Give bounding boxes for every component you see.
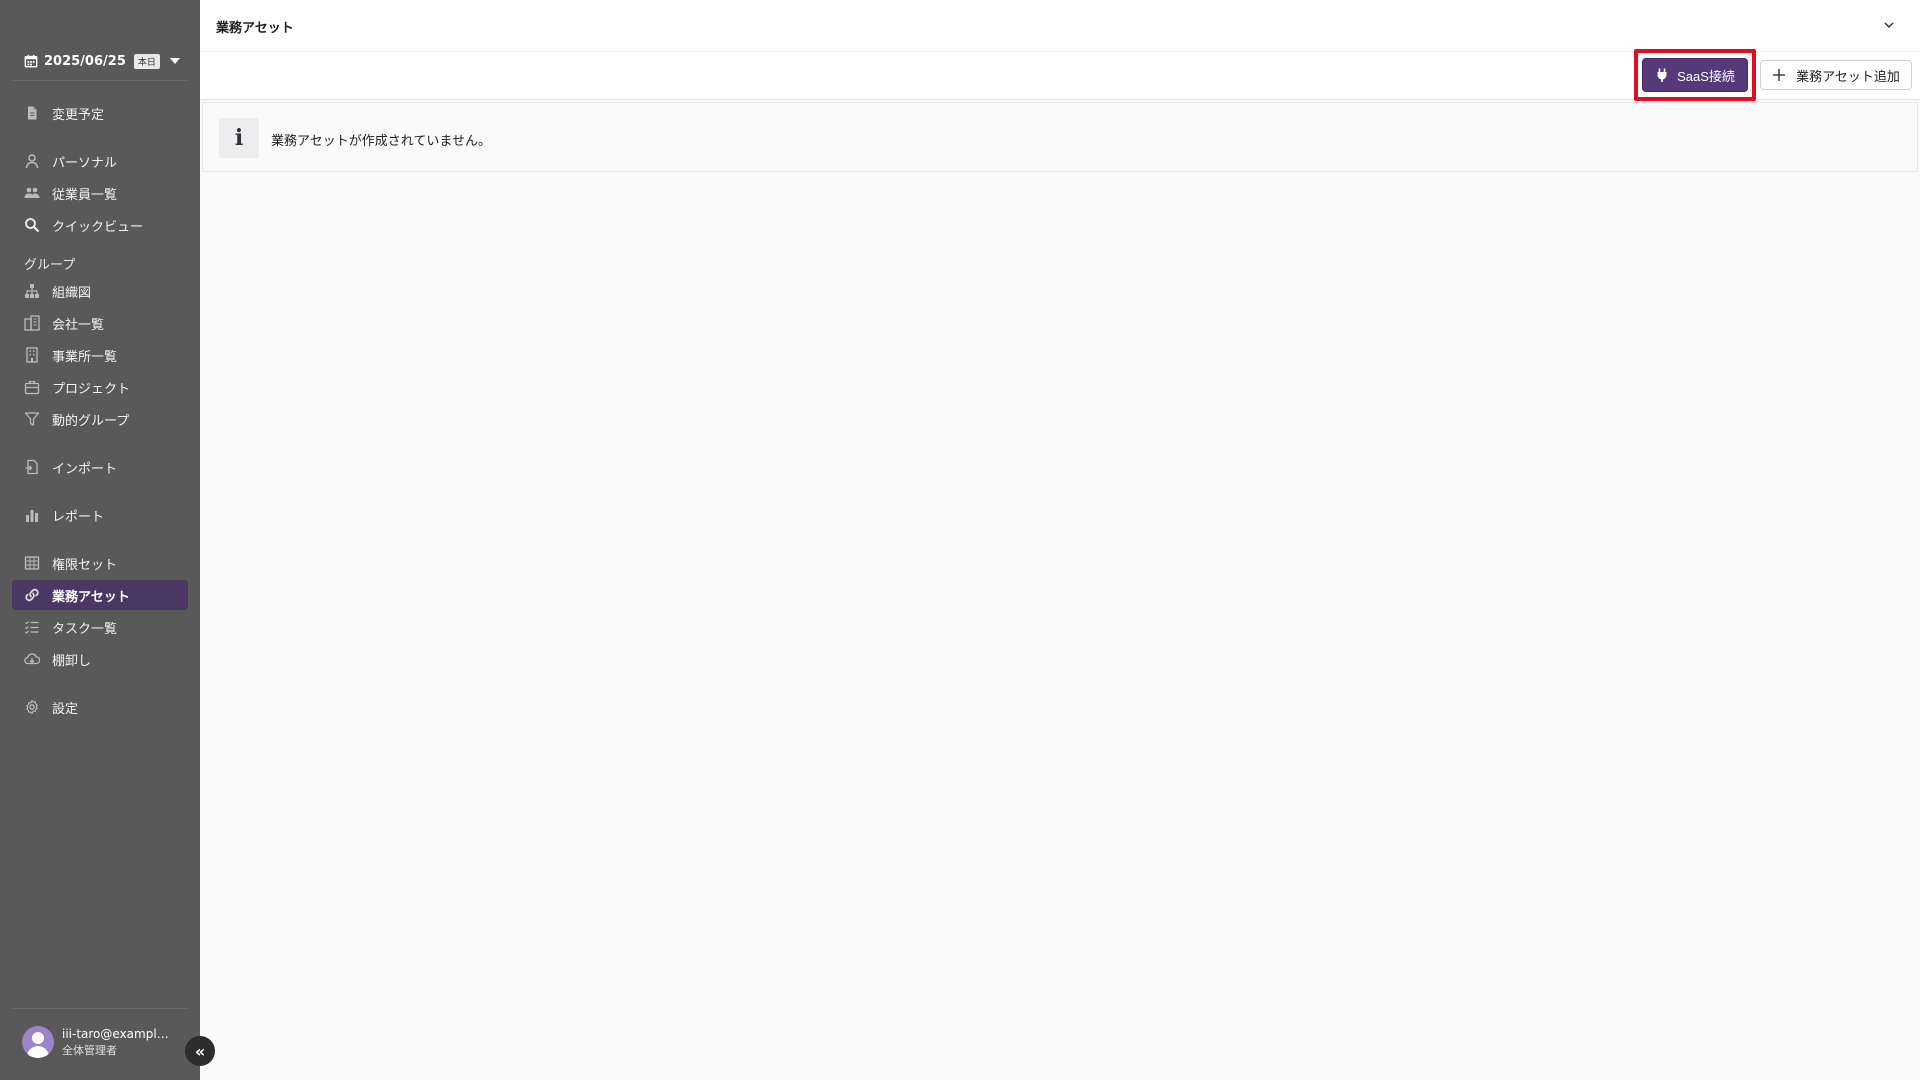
sidebar-item-dynamic-groups[interactable]: 動的グループ (12, 404, 188, 434)
gear-icon (24, 699, 40, 715)
sidebar-item-companies[interactable]: 会社一覧 (12, 308, 188, 338)
today-badge: 本日 (133, 53, 160, 69)
divider (12, 1008, 188, 1009)
import-icon (24, 459, 40, 475)
page-header: 業務アセット (200, 0, 1920, 52)
sidebar-item-tasks[interactable]: タスク一覧 (12, 612, 188, 642)
saas-connect-button[interactable]: SaaS接続 (1642, 58, 1748, 92)
briefcase-icon (24, 379, 40, 395)
empty-state-banner: i 業務アセットが作成されていません。 (202, 102, 1918, 172)
chevron-down-icon[interactable] (1882, 18, 1896, 32)
group-section-label: グループ (24, 258, 76, 273)
task-list-icon (24, 619, 40, 635)
document-icon (24, 105, 40, 121)
sidebar-item-business-assets[interactable]: 業務アセット (12, 580, 188, 610)
cloud-download-icon (24, 651, 40, 667)
page-title: 業務アセット (216, 21, 294, 36)
caret-down-icon (169, 58, 180, 64)
sidebar-item-label: インポート (52, 461, 118, 477)
filter-icon (24, 411, 40, 427)
sidebar-item-label: レポート (52, 509, 105, 525)
sidebar-item-settings[interactable]: 設定 (12, 692, 188, 722)
sidebar-item-permission-sets[interactable]: 権限セット (12, 548, 188, 578)
sidebar-item-label: 設定 (52, 701, 79, 717)
building-icon (24, 347, 40, 363)
empty-state-message: 業務アセットが作成されていません。 (271, 134, 491, 149)
sidebar-item-personal[interactable]: パーソナル (12, 146, 188, 176)
sidebar-item-label: 組織図 (52, 285, 92, 301)
add-business-asset-button[interactable]: 業務アセット追加 (1760, 60, 1912, 90)
sidebar-item-label: 会社一覧 (52, 317, 105, 333)
saas-connect-label: SaaS接続 (1677, 68, 1735, 84)
sidebar-item-label: 従業員一覧 (52, 187, 118, 203)
sidebar-item-label: 動的グループ (52, 413, 130, 429)
user-account[interactable]: iii-taro@example.com 全体管理者 (22, 1026, 174, 1058)
user-info: iii-taro@example.com 全体管理者 (62, 1027, 174, 1058)
calendar-icon (24, 54, 38, 68)
add-business-asset-label: 業務アセット追加 (1796, 68, 1900, 84)
sidebar-item-employees[interactable]: 従業員一覧 (12, 178, 188, 208)
plug-icon (1657, 68, 1667, 82)
sidebar-item-import[interactable]: インポート (12, 452, 188, 482)
person-icon (24, 153, 40, 169)
sidebar-item-quick-view[interactable]: クイックビュー (12, 210, 188, 240)
sidebar-item-label: クイックビュー (52, 219, 144, 235)
sidebar-item-label: タスク一覧 (52, 621, 118, 637)
sidebar-item-label: 業務アセット (52, 589, 130, 605)
sidebar-item-inventory[interactable]: 棚卸し (12, 644, 188, 674)
date-selector[interactable]: 2025/06/25 本日 (24, 50, 180, 72)
link-icon (24, 587, 40, 603)
sidebar-item-label: パーソナル (52, 155, 118, 171)
sidebar-item-label: 棚卸し (52, 653, 92, 669)
user-role: 全体管理者 (62, 1043, 117, 1057)
info-icon: i (219, 118, 259, 158)
buildings-icon (24, 315, 40, 331)
org-chart-icon (24, 283, 40, 299)
bar-chart-icon (24, 507, 40, 523)
sidebar: 2025/06/25 本日 変更予定 パーソナル 従業員一覧 クイックビュー グ… (0, 0, 200, 1080)
sidebar-item-projects[interactable]: プロジェクト (12, 372, 188, 402)
double-chevron-left-icon: « (194, 1041, 206, 1061)
sidebar-item-label: 変更予定 (52, 107, 105, 123)
search-icon (24, 217, 40, 233)
people-icon (24, 185, 40, 201)
plus-icon (1773, 69, 1786, 81)
avatar (22, 1026, 54, 1058)
sidebar-item-org-chart[interactable]: 組織図 (12, 276, 188, 306)
sidebar-item-reports[interactable]: レポート (12, 500, 188, 530)
user-email: iii-taro@example.com (62, 1026, 174, 1041)
grid-icon (24, 555, 40, 571)
current-date: 2025/06/25 (44, 53, 126, 69)
sidebar-item-label: 事業所一覧 (52, 349, 118, 365)
sidebar-item-label: 権限セット (52, 557, 118, 573)
divider (12, 80, 188, 81)
sidebar-item-offices[interactable]: 事業所一覧 (12, 340, 188, 370)
sidebar-item-label: プロジェクト (52, 381, 131, 397)
sidebar-item-change-schedule[interactable]: 変更予定 (12, 98, 188, 128)
collapse-sidebar-button[interactable]: « (185, 1036, 215, 1066)
